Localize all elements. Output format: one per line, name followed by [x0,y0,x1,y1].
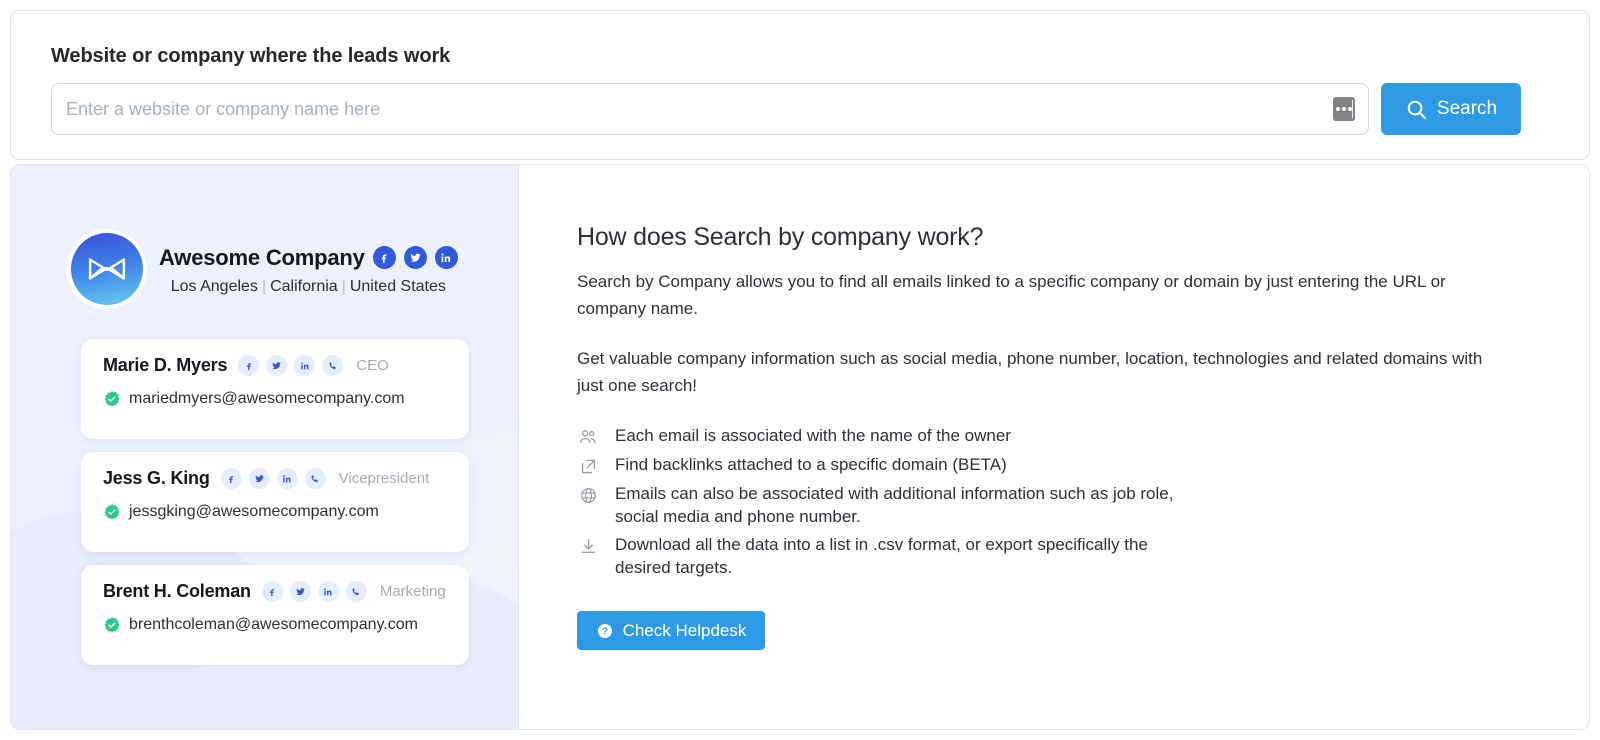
search-button[interactable]: Search [1381,83,1521,135]
list-item-label: Each email is associated with the name o… [615,424,1011,447]
lead-email[interactable]: jessgking@awesomecompany.com [129,503,379,521]
twitter-icon[interactable] [249,468,270,489]
external-link-icon [577,455,599,477]
info-paragraph-2: Get valuable company information such as… [577,345,1502,399]
lead-role: CEO [356,357,389,374]
twitter-icon[interactable] [404,246,427,269]
linkedin-icon[interactable] [435,246,458,269]
magnifier-icon [1405,98,1428,121]
lead-email-row: jessgking@awesomecompany.com [103,503,469,521]
lead-role: Vicepresident [339,470,430,487]
phone-icon[interactable] [322,355,343,376]
linkedin-icon[interactable] [294,355,315,376]
twitter-icon[interactable] [290,581,311,602]
info-paragraph-1: Search by Company allows you to find all… [577,268,1502,322]
lead-role: Marketing [380,583,446,600]
lead-name: Brent H. Coleman [103,581,251,602]
facebook-icon[interactable] [221,468,242,489]
company-country: United States [350,278,446,295]
ellipsis-placeholder-icon[interactable] [1333,97,1355,121]
lead-name: Marie D. Myers [103,355,227,376]
search-button-label: Search [1437,98,1497,120]
linkedin-icon[interactable] [277,468,298,489]
download-icon [577,535,599,557]
company-city: Los Angeles [171,278,258,295]
location-separator-1: | [262,278,266,295]
lead-email-row: mariedmyers@awesomecompany.com [103,390,469,408]
verified-badge-icon [103,390,121,408]
lead-card[interactable]: Marie D. Myers [81,339,469,439]
globe-icon [577,484,599,506]
lead-email[interactable]: brenthcoleman@awesomecompany.com [129,616,418,634]
svg-text:?: ? [602,626,608,637]
search-card: Website or company where the leads work … [10,10,1590,160]
company-name: Awesome Company [159,245,365,271]
info-title: How does Search by company work? [577,223,1589,252]
feature-list: Each email is associated with the name o… [577,424,1589,579]
company-state: California [270,278,338,295]
list-item-label: Emails can also be associated with addit… [615,482,1195,528]
result-panel: Awesome Company [10,164,1590,730]
lead-email-row: brenthcoleman@awesomecompany.com [103,616,469,634]
verified-badge-icon [103,503,121,521]
list-item-label: Download all the data into a list in .cs… [615,533,1195,579]
phone-icon[interactable] [346,581,367,602]
company-location: Los Angeles|California|United States [159,278,458,296]
facebook-icon[interactable] [238,355,259,376]
twitter-icon[interactable] [266,355,287,376]
company-header: Awesome Company [71,233,458,305]
facebook-icon[interactable] [262,581,283,602]
lead-email[interactable]: mariedmyers@awesomecompany.com [129,390,405,408]
lead-list: Marie D. Myers [81,339,469,665]
list-item: Each email is associated with the name o… [577,424,1589,448]
question-circle-icon: ? [596,622,614,640]
verified-badge-icon [103,616,121,634]
lead-name: Jess G. King [103,468,210,489]
search-input[interactable] [51,83,1369,135]
list-item: Find backlinks attached to a specific do… [577,453,1589,477]
users-icon [577,426,599,448]
lead-card[interactable]: Jess G. King [81,452,469,552]
location-separator-2: | [342,278,346,295]
lead-header: Jess G. King [103,468,469,489]
phone-icon[interactable] [305,468,326,489]
company-title-row: Awesome Company [159,245,458,271]
info-pane: How does Search by company work? Search … [519,165,1589,729]
check-helpdesk-button[interactable]: ? Check Helpdesk [577,611,765,650]
search-label: Website or company where the leads work [51,45,450,68]
linkedin-icon[interactable] [318,581,339,602]
company-meta: Awesome Company [159,243,458,296]
search-row: Search [51,83,1521,135]
company-preview-pane: Awesome Company [11,165,519,729]
lead-card[interactable]: Brent H. Coleman [81,565,469,665]
envelope-logo-icon [71,233,143,305]
list-item: Download all the data into a list in .cs… [577,533,1589,579]
list-item: Emails can also be associated with addit… [577,482,1589,528]
lead-header: Marie D. Myers [103,355,469,376]
search-input-wrapper [51,83,1369,135]
lead-header: Brent H. Coleman [103,581,469,602]
check-helpdesk-label: Check Helpdesk [623,621,747,641]
facebook-icon[interactable] [373,246,396,269]
list-item-label: Find backlinks attached to a specific do… [615,453,1007,476]
page-root: Website or company where the leads work … [0,0,1600,740]
